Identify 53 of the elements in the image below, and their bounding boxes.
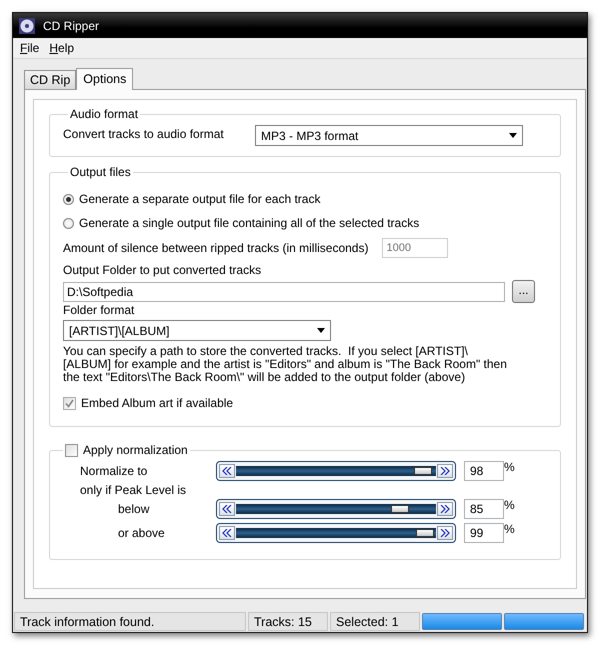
unit-label: % [504,459,516,474]
slider[interactable] [216,499,456,519]
tab[interactable]: CD Rip [24,70,76,89]
slider[interactable] [216,461,456,481]
radio-label: Generate a separate output file for each track [79,192,320,206]
scroll-left-button[interactable] [219,526,235,540]
unit-label: % [504,497,516,512]
dropdown-value: MP3 - MP3 format [261,128,358,142]
value-field[interactable]: 85 [464,499,504,519]
field-label: Folder format [63,303,136,317]
scroll-right-button[interactable] [437,526,453,540]
menu-item[interactable]: File [20,41,40,55]
disc-icon [19,18,35,34]
radio-button[interactable] [63,194,74,204]
radio-button[interactable] [63,218,74,228]
help-text: You can specify a path to store the converted tracks. If you select [ARTIST]\[ALBUM] for example and the artist is "Editors" and album is "The Back Room" then the text "Editors\The Back Room\" will be added to the output folder (above) [63,345,508,384]
field-label: Output Folder to put converted tracks [63,263,262,277]
folder-format-dropdown[interactable]: [ARTIST]\[ALBUM] [63,320,331,341]
caret-icon [509,133,517,138]
window-title: CD Ripper [43,18,100,32]
browse-button[interactable]: ... [512,280,535,303]
slider-label: Normalize to [80,464,148,478]
group-title: Audio format [69,107,140,121]
folder-input[interactable]: D:\Softpedia [63,282,505,302]
slider[interactable] [216,523,456,543]
menu-item[interactable]: Help [49,41,74,55]
scroll-right-button[interactable] [437,464,453,478]
value-field[interactable]: 99 [464,523,504,543]
status-text: Track information found. [14,612,246,631]
checkbox[interactable] [65,444,78,456]
slider-thumb[interactable] [390,505,409,513]
status-text: Selected: 1 [330,612,420,631]
slider-thumb[interactable] [414,467,432,475]
checkbox-label: Apply normalization [83,443,188,457]
dropdown-value: [ARTIST]\[ALBUM] [69,324,170,338]
status-text: Tracks: 15 [248,612,328,631]
slider-label: or above [117,526,166,540]
value-field[interactable]: 98 [464,461,504,481]
format-dropdown[interactable]: MP3 - MP3 format [255,125,523,146]
scroll-left-button[interactable] [219,502,235,516]
slider-thumb[interactable] [416,529,434,537]
radio-label: Generate a single output file containing all of the selected tracks [79,216,420,230]
caret-icon [317,328,325,333]
slider-label: below [117,502,150,516]
group-title: Output files [69,165,132,179]
field-label: Amount of silence between ripped tracks (in milliseconds) [63,241,368,255]
field-label: Convert tracks to audio format [63,126,225,141]
slider-label: only if Peak Level is [80,483,188,497]
unit-label: % [504,521,516,536]
scroll-left-button[interactable] [219,464,235,478]
scroll-right-button[interactable] [437,502,453,516]
tab[interactable]: Options [76,68,134,90]
checkbox-label: Embed Album art if available [81,396,234,410]
